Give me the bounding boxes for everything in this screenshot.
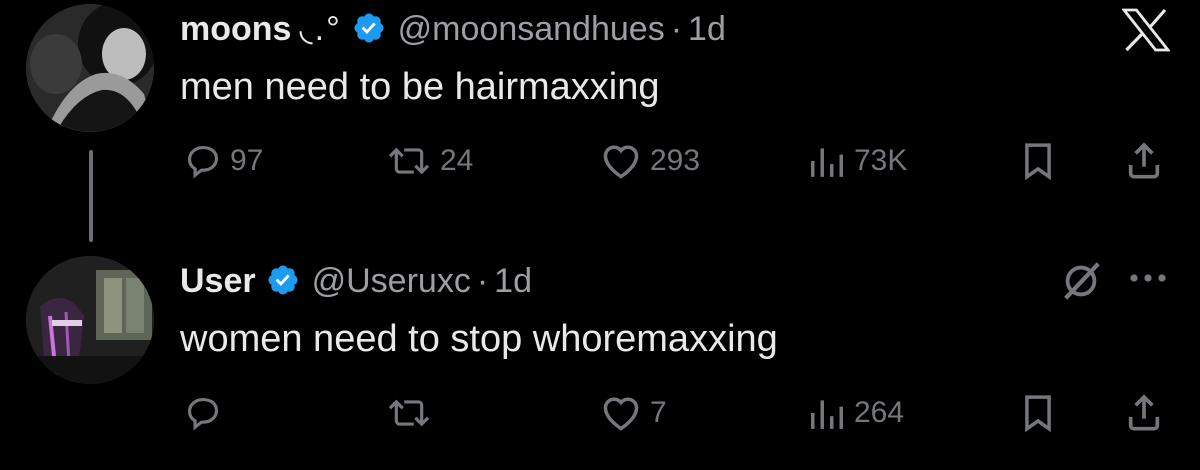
view-count: 264: [854, 396, 905, 429]
verified-badge-icon: [352, 11, 386, 45]
bar-chart-icon: [811, 400, 843, 429]
grok-slash-circle-icon[interactable]: [1058, 258, 1104, 309]
repost-arrows-icon: [388, 399, 430, 427]
separator-dot: ·: [476, 262, 489, 300]
avatar[interactable]: [26, 4, 154, 132]
more-dots-icon[interactable]: [1128, 270, 1168, 291]
speech-bubble-icon: [187, 397, 219, 431]
post-text: men need to be hairmaxxing: [180, 66, 660, 108]
like-count: 7: [650, 396, 667, 429]
post-header: moons ◟.° @moonsandhues · 1d: [180, 6, 726, 49]
reply-count: 97: [230, 144, 264, 177]
bookmark-button[interactable]: [1020, 394, 1056, 432]
separator-dot: ·: [670, 10, 683, 48]
view-count: 73K: [854, 144, 908, 177]
views-button[interactable]: 73K: [808, 142, 907, 180]
heart-icon: [603, 145, 639, 179]
bookmark-icon: [1025, 143, 1051, 180]
speech-bubble-icon: [187, 145, 219, 179]
post-header: User @Useruxc · 1d: [180, 258, 532, 301]
reply-button[interactable]: 97: [184, 142, 263, 180]
bookmark-button[interactable]: [1020, 142, 1056, 180]
display-name[interactable]: User: [180, 262, 256, 301]
share-button[interactable]: [1124, 140, 1164, 180]
handle[interactable]: @Useruxc: [312, 262, 471, 301]
like-count: 293: [650, 144, 701, 177]
like-button[interactable]: 7: [600, 394, 667, 432]
like-button[interactable]: 293: [600, 142, 700, 180]
repost-count: 24: [440, 144, 474, 177]
post-text: women need to stop whoremaxxing: [180, 318, 778, 360]
repost-button[interactable]: [386, 394, 440, 432]
share-button[interactable]: [1124, 392, 1164, 432]
bookmark-icon: [1025, 395, 1051, 432]
views-button[interactable]: 264: [808, 394, 904, 432]
share-upload-icon: [1128, 394, 1160, 431]
heart-icon: [603, 397, 639, 431]
bar-chart-icon: [811, 148, 843, 177]
timestamp[interactable]: 1d: [688, 10, 726, 49]
avatar[interactable]: [26, 256, 154, 384]
reply-button[interactable]: [184, 394, 230, 432]
timestamp[interactable]: 1d: [494, 262, 532, 301]
verified-badge-icon: [266, 263, 300, 297]
repost-arrows-icon: [388, 147, 430, 175]
repost-button[interactable]: 24: [386, 142, 473, 180]
x-logo-icon[interactable]: [1121, 8, 1171, 57]
display-name[interactable]: moons: [180, 10, 291, 49]
share-upload-icon: [1128, 142, 1160, 179]
name-decoration: ◟.°: [299, 10, 342, 48]
handle[interactable]: @moonsandhues: [398, 10, 665, 49]
thread-connector-line: [89, 150, 93, 242]
